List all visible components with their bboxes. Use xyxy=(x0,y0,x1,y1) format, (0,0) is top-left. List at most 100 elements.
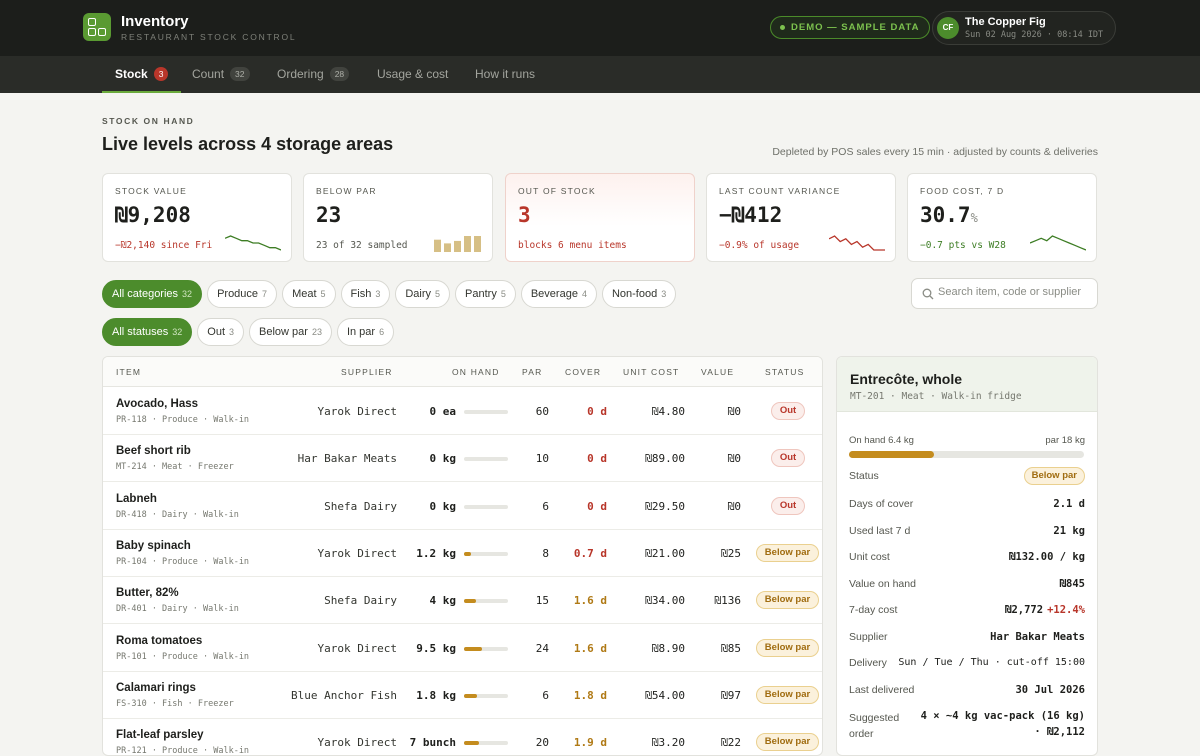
par-qty: 8 xyxy=(542,546,549,560)
grid-logo-icon xyxy=(83,13,111,41)
col-cover[interactable]: COVER xyxy=(565,367,601,377)
detail-field-value: ₪2,772 +12.4% xyxy=(1005,604,1085,616)
tab-label: How it runs xyxy=(475,67,536,81)
app-title: Inventory xyxy=(121,13,189,30)
item-meta: PR-104 · Produce · Walk-in xyxy=(116,556,250,567)
supplier-name: Shefa Dairy xyxy=(324,499,397,513)
tab-label: Stock xyxy=(115,67,148,81)
detail-level-fill xyxy=(849,451,934,458)
kpi-value: 30.7% xyxy=(920,203,978,227)
supplier-name: Yarok Direct xyxy=(317,641,397,655)
kpi-card-out-of-stock[interactable]: OUT OF STOCK 3 blocks 6 menu items xyxy=(505,173,695,262)
col-supplier[interactable]: SUPPLIER xyxy=(341,367,393,377)
status-chip-all-statuses[interactable]: All statuses 32 xyxy=(102,318,193,346)
filter-chip-meat[interactable]: Meat 5 xyxy=(282,280,336,308)
detail-status-badge: Below par xyxy=(1023,467,1085,485)
col-value[interactable]: VALUE xyxy=(701,367,734,377)
table-row[interactable]: Baby spinach PR-104 · Produce · Walk-in Ya… xyxy=(103,530,822,577)
unit-cost: ₪29.50 xyxy=(645,499,685,513)
col-unit-cost[interactable]: UNIT COST xyxy=(623,367,679,377)
table-row[interactable]: Butter, 82% DR-401 · Dairy · Walk-in Shefa… xyxy=(103,577,822,625)
kpi-value-text: −₪412 xyxy=(719,203,783,227)
tab-stock[interactable]: Stock 3 xyxy=(102,56,182,93)
unit-cost: ₪34.00 xyxy=(645,594,685,608)
status-chip-below-par[interactable]: Below par 23 xyxy=(249,318,332,346)
filter-chip-all-categories[interactable]: All categories 32 xyxy=(102,280,203,308)
unit-cost: ₪89.00 xyxy=(645,452,685,466)
table-row[interactable]: Flat-leaf parsley PR-121 · Produce · Walk… xyxy=(103,719,822,756)
item-meta: PR-121 · Produce · Walk-in xyxy=(116,746,250,756)
mini-bar xyxy=(474,236,481,252)
status-badge: Below par xyxy=(756,591,819,610)
table-row[interactable]: Roma tomatoes PR-101 · Produce · Walk-in Y… xyxy=(103,625,822,672)
kpi-card-food-cost[interactable]: FOOD COST, 7 D 30.7% −0.7 pts vs W28 xyxy=(907,173,1097,262)
status-badge: Below par xyxy=(756,733,819,752)
search-input[interactable] xyxy=(938,286,1088,298)
item-meta: DR-401 · Dairy · Walk-in xyxy=(116,604,239,615)
kpi-card-stock-value[interactable]: STOCK VALUE ₪9,208 −₪2,140 since Fri xyxy=(102,173,292,262)
stock-value: ₪22 xyxy=(721,736,741,750)
detail-field-value-text: 2.1 d xyxy=(1053,498,1085,510)
detail-field-value-text: Har Bakar Meats xyxy=(990,630,1085,643)
supplier-name: Shefa Dairy xyxy=(324,594,397,608)
page-title: Live levels across 4 storage areas xyxy=(102,134,394,154)
status-chip-in-par[interactable]: In par 6 xyxy=(336,318,395,346)
par-qty: 6 xyxy=(542,688,549,702)
filter-chip-produce[interactable]: Produce 7 xyxy=(207,280,278,308)
stock-level-bar xyxy=(464,457,508,462)
venue-switcher[interactable]: CF The Copper Fig Sun 02 Aug 2026 · 08:1… xyxy=(932,11,1116,45)
chip-label: Non-food xyxy=(611,288,658,300)
on-hand-qty: 7 bunch xyxy=(409,736,456,750)
kpi-unit: % xyxy=(970,211,978,225)
col-par[interactable]: PAR xyxy=(522,367,542,377)
chip-label: Dairy xyxy=(405,288,432,300)
kpi-card-below-par[interactable]: BELOW PAR 23 23 of 32 sampled xyxy=(303,173,493,262)
chip-label: Produce xyxy=(217,288,259,300)
status-badge: Out xyxy=(771,496,805,515)
kpi-value: 3 xyxy=(518,203,531,227)
tab-ordering[interactable]: Ordering 28 xyxy=(277,56,350,93)
filter-chip-pantry[interactable]: Pantry 5 xyxy=(455,280,516,308)
table-row[interactable]: Avocado, Hass PR-118 · Produce · Walk-in Y… xyxy=(103,388,822,435)
chip-label: Fish xyxy=(350,288,372,300)
detail-field-label: Supplier xyxy=(849,630,888,643)
chip-label: Pantry xyxy=(465,288,497,300)
on-hand-qty: 1.8 kg xyxy=(416,688,456,702)
detail-field-value: Har Bakar Meats xyxy=(990,631,1085,643)
sparkline xyxy=(829,235,885,251)
on-hand-qty: 1.2 kg xyxy=(416,546,456,560)
filter-chip-beverage[interactable]: Beverage 4 xyxy=(520,280,597,308)
stock-level-bar xyxy=(464,599,508,604)
col-status[interactable]: STATUS xyxy=(765,367,804,377)
detail-suggested-label: Suggested order xyxy=(849,712,900,740)
mini-bar xyxy=(454,240,461,252)
detail-field-value-text: 21 kg xyxy=(1053,524,1085,537)
cover-days: 1.9 d xyxy=(573,736,607,750)
cover-days: 0 d xyxy=(587,405,607,418)
table-row[interactable]: Calamari rings FS-310 · Fish · Freezer Blu… xyxy=(103,672,822,719)
kpi-card-count-variance[interactable]: LAST COUNT VARIANCE −₪412 −0.9% of usage xyxy=(706,173,896,262)
filter-chip-fish[interactable]: Fish 3 xyxy=(340,280,391,308)
filter-chip-non-food[interactable]: Non-food 3 xyxy=(601,280,677,308)
tab-count-badge: 28 xyxy=(329,67,350,81)
detail-field-value-text: Sun / Tue / Thu · cut-off 15:00 xyxy=(898,657,1085,668)
status-chip-out[interactable]: Out 3 xyxy=(197,318,245,346)
filter-chip-dairy[interactable]: Dairy 5 xyxy=(395,280,451,308)
unit-cost: ₪8.90 xyxy=(651,641,685,655)
kpi-note: −0.7 pts vs W28 xyxy=(920,240,1006,251)
table-row[interactable]: Beef short rib MT-214 · Meat · Freezer Har… xyxy=(103,435,822,483)
table-row[interactable]: Labneh DR-418 · Dairy · Walk-in Shefa Dair… xyxy=(103,483,822,530)
search-box[interactable] xyxy=(911,278,1098,309)
col-item[interactable]: ITEM xyxy=(116,367,141,377)
item-name: Baby spinach xyxy=(116,539,191,552)
chip-count: 23 xyxy=(311,327,322,337)
tab-usage-cost[interactable]: Usage & cost xyxy=(377,56,448,93)
stock-level-bar xyxy=(464,551,508,556)
col-on-hand[interactable]: ON HAND xyxy=(452,367,500,377)
stock-level-bar xyxy=(464,693,508,698)
tab-count[interactable]: Count 32 xyxy=(192,56,250,93)
tab-how-it-runs[interactable]: How it runs xyxy=(475,56,535,93)
detail-title: Entrecôte, whole xyxy=(850,371,963,387)
item-meta: MT-214 · Meat · Freezer xyxy=(116,462,234,473)
detail-field-value: 30 Jul 2026 xyxy=(1015,684,1085,696)
